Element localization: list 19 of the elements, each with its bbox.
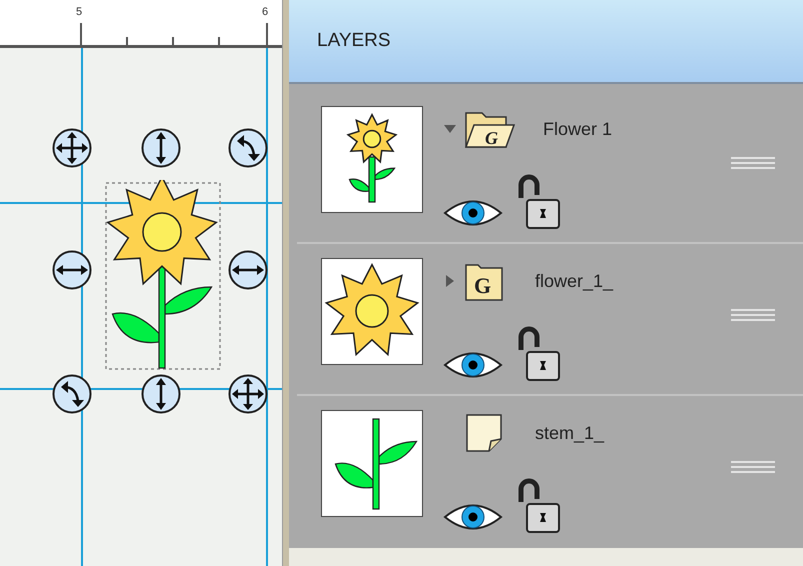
ruler-label: 6 <box>262 6 268 18</box>
ruler-label: 5 <box>76 6 82 18</box>
move-arrows-icon[interactable] <box>52 128 92 168</box>
layer-name: Flower 1 <box>543 118 612 140</box>
drag-handle-icon[interactable] <box>731 460 775 474</box>
layer-row[interactable]: G Flower 1 <box>297 92 803 244</box>
vertical-resize-icon[interactable] <box>141 374 181 414</box>
layer-row[interactable]: G flower_1_ <box>297 244 803 396</box>
layer-row[interactable]: stem_1_ <box>297 396 803 546</box>
layer-name: flower_1_ <box>535 270 614 292</box>
horizontal-resize-icon[interactable] <box>228 250 268 290</box>
panel-title: LAYERS <box>317 30 391 52</box>
flower-drawing[interactable] <box>104 180 224 372</box>
drag-handle-icon[interactable] <box>731 308 775 322</box>
layer-name: stem_1_ <box>535 422 604 444</box>
move-arrows-icon[interactable] <box>228 374 268 414</box>
vertical-resize-icon[interactable] <box>141 128 181 168</box>
horizontal-resize-icon[interactable] <box>52 250 92 290</box>
drag-handle-icon[interactable] <box>731 156 775 170</box>
